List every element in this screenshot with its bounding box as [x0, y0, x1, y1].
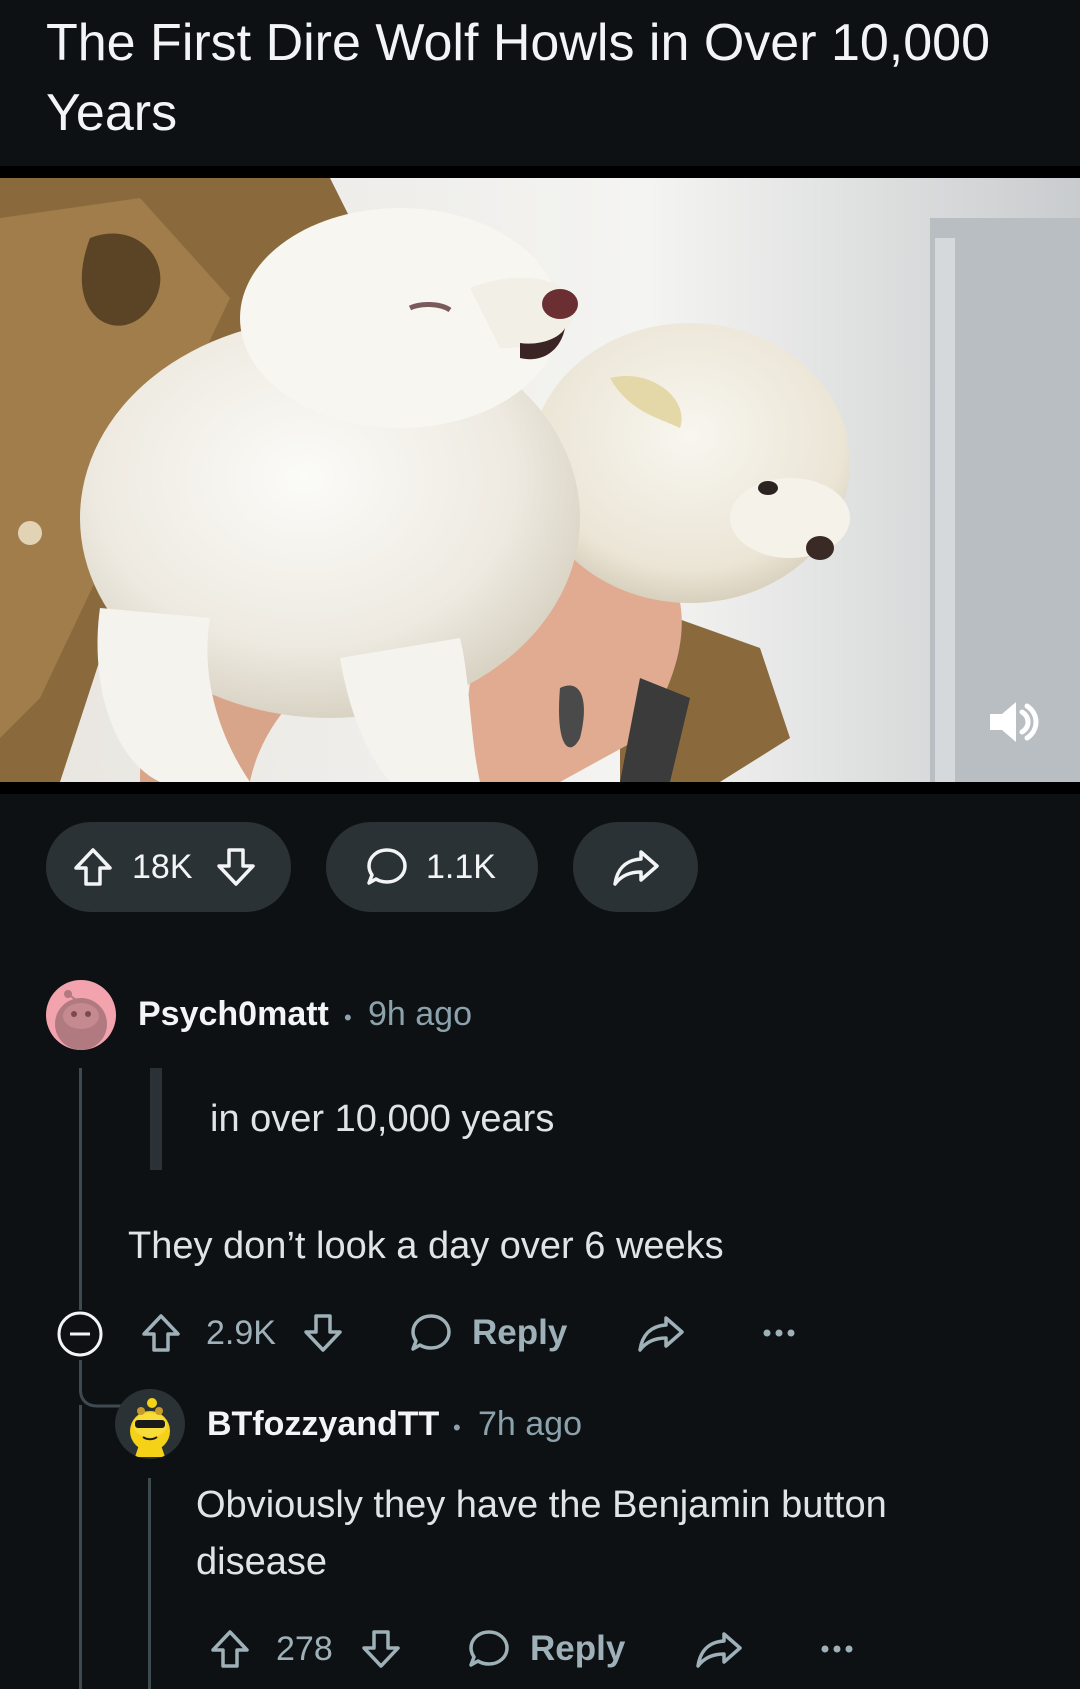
- downvote-icon[interactable]: [213, 844, 259, 890]
- share-button[interactable]: [636, 1310, 686, 1361]
- separator-dot: •: [453, 1415, 461, 1440]
- quote-bar: [150, 1068, 162, 1170]
- reply-button[interactable]: [466, 1626, 512, 1677]
- comment-body-line1: Obviously they have the Benjamin button: [196, 1484, 887, 1526]
- thread-line[interactable]: [79, 1405, 82, 1689]
- thread-line[interactable]: [148, 1478, 151, 1689]
- post-page: The First Dire Wolf Howls in Over 10,000…: [0, 0, 1080, 1689]
- separator-dot: •: [344, 1005, 352, 1030]
- divider: [0, 166, 1080, 178]
- comment-body-line2: disease: [196, 1541, 327, 1583]
- divider: [0, 782, 1080, 794]
- downvote-icon: [304, 1314, 342, 1352]
- comments-button[interactable]: 1.1K: [326, 822, 538, 912]
- share-icon: [696, 1632, 742, 1668]
- video-frame: [0, 178, 1080, 782]
- snoo-avatar-icon: [55, 990, 107, 1050]
- post-video[interactable]: [0, 178, 1080, 782]
- comment-body: They don’t look a day over 6 weeks: [128, 1225, 724, 1267]
- comment-icon: [411, 1314, 451, 1351]
- comment-icon: [367, 848, 407, 885]
- vote-bar: 18K: [46, 822, 291, 912]
- reply-label[interactable]: Reply: [530, 1629, 625, 1669]
- collapse-button[interactable]: [56, 1310, 104, 1363]
- comment-username[interactable]: Psych0matt: [138, 995, 329, 1034]
- quoted-text: in over 10,000 years: [210, 1098, 555, 1140]
- share-icon: [612, 850, 659, 886]
- thread-line[interactable]: [79, 1068, 82, 1310]
- comment-vote-count: 278: [276, 1630, 333, 1668]
- comment-icon: [469, 1630, 509, 1667]
- avatar[interactable]: [46, 980, 116, 1050]
- comment-count: 1.1K: [426, 847, 496, 886]
- snoo-avatar-icon: [130, 1398, 170, 1457]
- upvote-icon[interactable]: [70, 844, 116, 890]
- mute-button[interactable]: [982, 692, 1042, 752]
- vote-count: 18K: [132, 847, 193, 886]
- comment-time: 9h ago: [368, 995, 472, 1033]
- mute-icon: [990, 702, 1039, 742]
- share-button[interactable]: [694, 1626, 744, 1677]
- more-options-button[interactable]: [762, 1318, 796, 1353]
- collapse-icon: [57, 1311, 103, 1357]
- avatar[interactable]: [115, 1389, 185, 1459]
- upvote-button[interactable]: [138, 1310, 184, 1361]
- post-title: The First Dire Wolf Howls in Over 10,000…: [46, 14, 990, 142]
- share-icon: [638, 1316, 684, 1352]
- upvote-button[interactable]: [207, 1626, 253, 1677]
- comment-vote-count: 2.9K: [206, 1314, 276, 1352]
- share-button[interactable]: [573, 822, 698, 912]
- reply-button[interactable]: [408, 1310, 454, 1361]
- reply-label[interactable]: Reply: [472, 1313, 567, 1353]
- downvote-icon: [362, 1630, 400, 1668]
- more-icon: [821, 1645, 853, 1653]
- more-icon: [763, 1329, 795, 1337]
- comment-username[interactable]: BTfozzyandTT: [207, 1405, 439, 1444]
- downvote-button[interactable]: [358, 1626, 404, 1677]
- downvote-button[interactable]: [300, 1310, 346, 1361]
- comment-time: 7h ago: [478, 1405, 582, 1443]
- upvote-icon: [142, 1314, 180, 1352]
- more-options-button[interactable]: [820, 1634, 854, 1669]
- upvote-icon: [211, 1630, 249, 1668]
